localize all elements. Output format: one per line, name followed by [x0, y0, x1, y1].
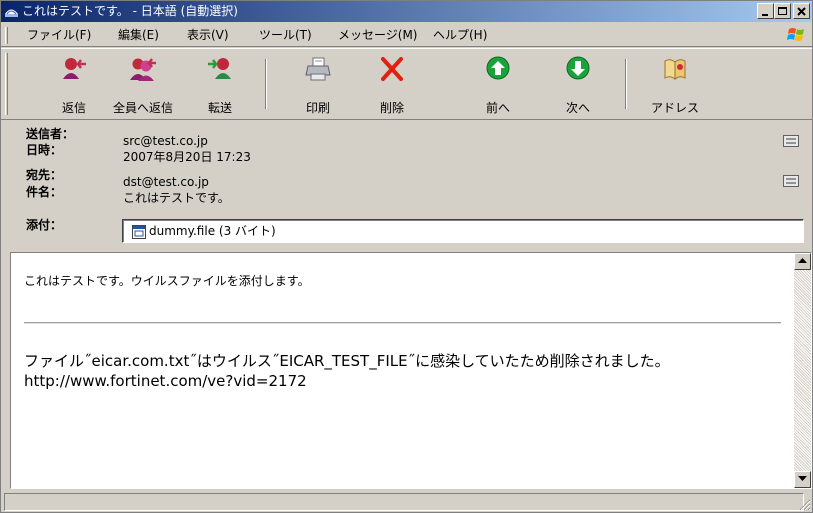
message-headers: 送信者： src@test.co.jp 日時： 2007年8月20日 17:23…: [1, 121, 812, 249]
to-label: 宛先：: [26, 168, 63, 182]
window-title: これはテストです。 - 日本語 (自動選択): [22, 4, 238, 18]
previous-button[interactable]: 前へ: [465, 53, 531, 117]
printer-icon: [305, 57, 331, 81]
scroll-up-button[interactable]: [794, 253, 811, 270]
subject-value: これはテストです。: [123, 191, 230, 205]
from-value[interactable]: src@test.co.jp: [123, 134, 208, 149]
menu-message[interactable]: メッセージ(M): [338, 28, 417, 43]
up-arrow-circle-icon: [486, 56, 510, 80]
addresses-button[interactable]: アドレス: [642, 53, 708, 117]
reply-all-icon: [130, 58, 156, 81]
title-bar[interactable]: これはテストです。 - 日本語 (自動選択): [1, 1, 812, 22]
menu-edit[interactable]: 編集(E): [118, 28, 159, 43]
toolbar-separator: [625, 59, 627, 109]
print-label: 印刷: [305, 101, 330, 115]
file-icon: [132, 225, 146, 239]
menu-bar-grip[interactable]: [5, 27, 8, 44]
minimize-button[interactable]: [757, 3, 774, 19]
message-window: これはテストです。 - 日本語 (自動選択) ファイル(F) 編集(E) 表示(…: [0, 0, 813, 513]
menu-help[interactable]: ヘルプ(H): [433, 28, 487, 43]
status-bar: [1, 491, 812, 512]
down-arrow-circle-icon: [566, 56, 590, 80]
subject-label: 件名：: [26, 185, 63, 199]
menu-file[interactable]: ファイル(F): [27, 28, 91, 43]
scroll-up-arrow-icon: [798, 258, 807, 263]
address-book-icon: [664, 59, 686, 81]
delete-x-icon: [381, 57, 403, 81]
contact-card-icon[interactable]: [783, 135, 799, 147]
menu-bar: ファイル(F) 編集(E) 表示(V) ツール(T) メッセージ(M) ヘルプ(…: [1, 24, 812, 47]
forward-label: 転送: [207, 101, 232, 115]
message-body[interactable]: これはテストです。ウイルスファイルを添付します。 ファイル˝eicar.com.…: [10, 252, 812, 489]
addresses-label: アドレス: [650, 101, 699, 115]
maximize-button[interactable]: [774, 3, 791, 19]
from-label: 送信者：: [26, 127, 75, 141]
scroll-down-button[interactable]: [794, 471, 811, 488]
forward-icon: [208, 58, 231, 79]
date-label: 日時：: [26, 143, 63, 157]
toolbar-separator: [265, 59, 267, 109]
close-button[interactable]: [793, 3, 810, 19]
attachment-file-name[interactable]: dummy.file (3 バイト): [149, 224, 276, 239]
reply-button[interactable]: 返信: [41, 53, 107, 117]
contact-card-icon[interactable]: [783, 175, 799, 187]
vertical-scrollbar[interactable]: [794, 253, 811, 488]
minimize-icon: [762, 14, 768, 16]
next-label: 次へ: [565, 101, 590, 115]
menu-view[interactable]: 表示(V): [187, 28, 229, 43]
next-button[interactable]: 次へ: [545, 53, 611, 117]
reply-icon: [63, 58, 86, 79]
attachment-label: 添付：: [26, 218, 63, 232]
resize-grip-icon[interactable]: [799, 499, 811, 511]
to-value[interactable]: dst@test.co.jp: [123, 175, 209, 190]
body-text-line: これはテストです。ウイルスファイルを添付します。: [24, 274, 310, 288]
menu-tools[interactable]: ツール(T): [259, 28, 312, 43]
delete-button[interactable]: 削除: [359, 53, 425, 117]
horizontal-rule: [24, 322, 781, 324]
virus-notice-text: ファイル˝eicar.com.txt˝はウイルス˝EICAR_TEST_FILE…: [24, 352, 670, 390]
toolbar-grip[interactable]: [5, 53, 8, 115]
toolbar: 返信 全員へ返信 転送 印刷 削除 前へ 次へ アドレス: [1, 48, 812, 120]
close-icon: [797, 7, 806, 16]
forward-button[interactable]: 転送: [187, 53, 253, 117]
print-button[interactable]: 印刷: [285, 53, 351, 117]
reply-all-label: 全員へ返信: [112, 101, 173, 115]
attachment-field[interactable]: dummy.file (3 バイト): [122, 219, 804, 243]
scroll-down-arrow-icon: [798, 476, 807, 481]
status-text: [4, 493, 804, 511]
delete-label: 削除: [379, 101, 404, 115]
outlook-express-icon: [5, 9, 18, 17]
reply-all-button[interactable]: 全員へ返信: [110, 53, 176, 117]
maximize-icon: [778, 7, 787, 15]
windows-logo-icon: [787, 28, 804, 41]
date-value: 2007年8月20日 17:23: [123, 150, 251, 164]
reply-label: 返信: [61, 101, 86, 115]
previous-label: 前へ: [485, 101, 510, 115]
